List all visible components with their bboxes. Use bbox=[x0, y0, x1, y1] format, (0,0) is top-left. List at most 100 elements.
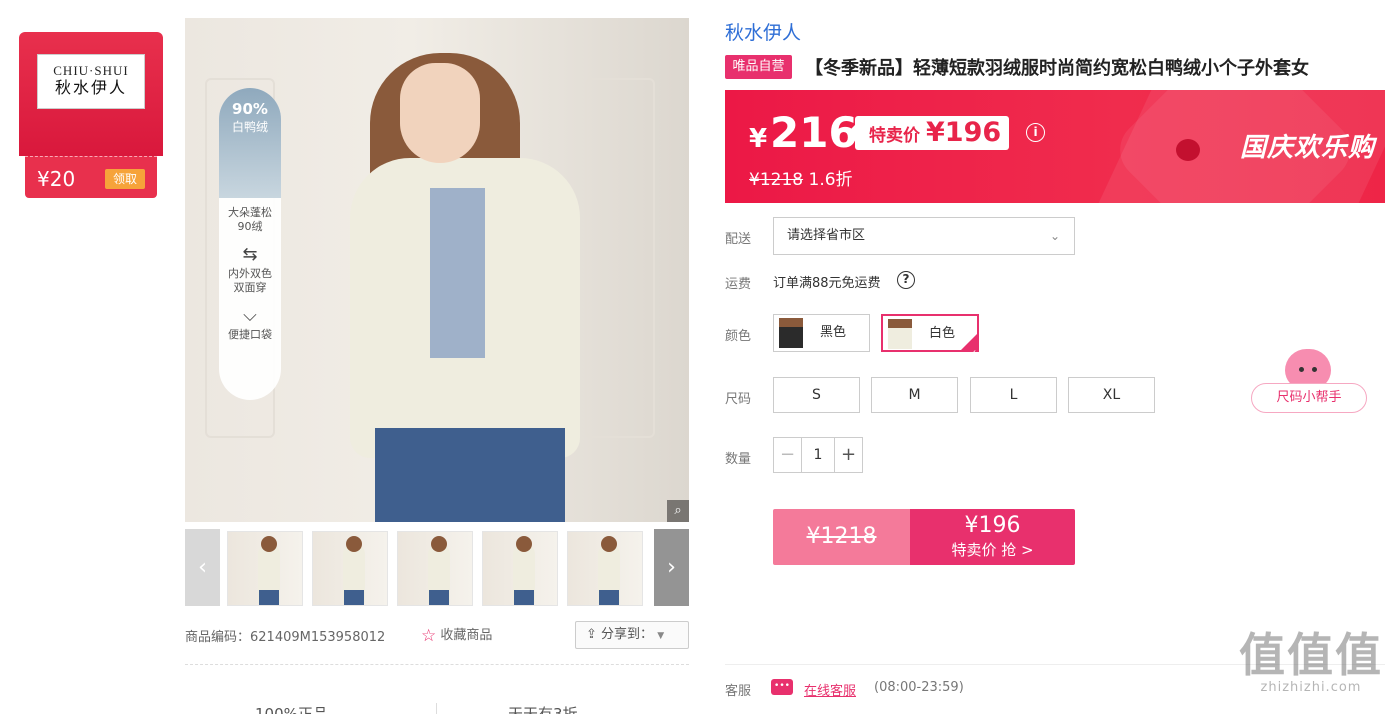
decrease-button[interactable]: − bbox=[774, 438, 802, 472]
share-dropdown[interactable]: ⇪ 分享到： ▼ bbox=[575, 621, 689, 649]
chat-icon[interactable]: ••• bbox=[771, 679, 793, 695]
site-watermark: 值值值 zhizhizhi.com bbox=[1238, 630, 1384, 695]
model-face bbox=[400, 63, 480, 163]
pocket-icon: ⌵ bbox=[243, 305, 257, 326]
selected-check-icon: ✓ bbox=[960, 333, 978, 359]
brand-logo-en: CHIU·SHUI bbox=[53, 63, 129, 78]
original-price: ¥1218 bbox=[749, 170, 804, 190]
thumbnail-strip bbox=[227, 531, 643, 606]
thumbnail[interactable] bbox=[567, 531, 643, 606]
event-title: 国庆欢乐购 bbox=[1240, 133, 1376, 163]
color-swatch bbox=[779, 318, 803, 348]
thumbnail[interactable] bbox=[312, 531, 388, 606]
feature-reversible-line2: 双面穿 bbox=[233, 281, 267, 294]
divider bbox=[436, 703, 437, 714]
coupon-amount: ¥20 bbox=[37, 167, 76, 191]
down-badge: 90% 白鸭绒 bbox=[219, 88, 281, 198]
model-top bbox=[430, 188, 485, 358]
zoom-icon[interactable]: ⌕ bbox=[667, 500, 689, 522]
discount-rate: 1.6折 bbox=[808, 170, 853, 190]
color-option-white[interactable]: 白色 ✓ bbox=[881, 314, 979, 359]
size-helper-button[interactable]: 尺码小帮手 bbox=[1251, 349, 1367, 413]
original-price-row: ¥1218 1.6折 bbox=[749, 165, 853, 190]
feature-fluffy: 大朵蓬松 90绒 bbox=[219, 206, 281, 234]
sale-price-label: 特卖价 bbox=[869, 126, 920, 146]
sale-price-tag: 特卖价 ¥196 bbox=[846, 116, 1010, 150]
product-code: 商品编码：621409M153958012 bbox=[185, 630, 386, 645]
brand-logo-cn: 秋水伊人 bbox=[54, 78, 127, 97]
currency-symbol: ¥ bbox=[749, 124, 768, 154]
watermark-url: zhizhizhi.com bbox=[1260, 680, 1362, 695]
thumbnail[interactable] bbox=[227, 531, 303, 606]
discount-badge: 天天有3折 bbox=[508, 705, 578, 714]
watermark-logo: 值值值 bbox=[1239, 628, 1383, 682]
buy-button[interactable]: ¥1218 ¥196 特卖价 抢 > bbox=[773, 509, 1075, 565]
color-label: 颜色 bbox=[725, 329, 752, 344]
region-select-placeholder: 请选择省市区 bbox=[787, 228, 866, 243]
help-icon[interactable]: ? bbox=[897, 271, 915, 289]
banner-decoration bbox=[1176, 139, 1200, 161]
thumbnail-prev-button[interactable]: ‹ bbox=[185, 529, 220, 606]
size-option-m[interactable]: M bbox=[871, 377, 958, 413]
star-icon: ☆ bbox=[421, 626, 437, 646]
brand-logo[interactable]: CHIU·SHUI 秋水伊人 bbox=[37, 54, 145, 109]
buy-sale-section[interactable]: ¥196 特卖价 抢 > bbox=[910, 509, 1075, 565]
chevron-down-icon: ⌄ bbox=[1049, 229, 1060, 243]
color-swatch bbox=[888, 319, 912, 349]
delivery-label: 配送 bbox=[725, 232, 752, 247]
buy-original-price: ¥1218 bbox=[773, 509, 910, 565]
swap-icon: ⇆ bbox=[242, 244, 258, 265]
wall-panel bbox=[585, 78, 655, 438]
size-option-l[interactable]: L bbox=[970, 377, 1057, 413]
brand-link[interactable]: 秋水伊人 bbox=[725, 18, 801, 45]
thumbnail-next-button[interactable]: › bbox=[654, 529, 689, 606]
self-operated-tag: 唯品自营 bbox=[725, 55, 792, 79]
brand-card-header: CHIU·SHUI 秋水伊人 bbox=[19, 32, 163, 166]
size-option-s[interactable]: S bbox=[773, 377, 860, 413]
sale-price-value: ¥196 bbox=[926, 117, 1002, 148]
down-percent: 90% bbox=[232, 100, 268, 118]
color-option-black[interactable]: 黑色 bbox=[773, 314, 870, 352]
quantity-value[interactable]: 1 bbox=[802, 438, 834, 472]
brand-coupon-card[interactable]: CHIU·SHUI 秋水伊人 ¥20 领取 bbox=[19, 32, 163, 198]
guarantee-badge: 100%正品 bbox=[255, 705, 328, 714]
thumbnail[interactable] bbox=[397, 531, 473, 606]
claim-coupon-button[interactable]: 领取 bbox=[105, 169, 145, 189]
feature-pocket: 便捷口袋 bbox=[228, 328, 272, 341]
model-jeans bbox=[375, 428, 565, 522]
feature-reversible-line1: 内外双色 bbox=[228, 267, 272, 280]
quantity-label: 数量 bbox=[725, 452, 752, 467]
shipping-label: 运费 bbox=[725, 277, 752, 292]
color-option-label: 白色 bbox=[929, 326, 956, 341]
caret-down-icon: ▼ bbox=[657, 631, 665, 641]
buy-sale-text: 特卖价 抢 > bbox=[951, 541, 1034, 559]
info-icon[interactable]: i bbox=[1026, 123, 1045, 142]
quantity-stepper: − 1 + bbox=[773, 437, 863, 473]
main-product-image[interactable]: 90% 白鸭绒 大朵蓬松 90绒 ⇆ 内外双色 双面穿 ⌵ 便捷口袋 ⌕ bbox=[185, 18, 689, 522]
feature-fluffy-line1: 大朵蓬松 bbox=[228, 206, 272, 219]
feature-reversible: 内外双色 双面穿 bbox=[219, 267, 281, 295]
size-label: 尺码 bbox=[725, 392, 752, 407]
divider bbox=[185, 664, 689, 665]
size-helper-label: 尺码小帮手 bbox=[1251, 383, 1367, 413]
region-select[interactable]: 请选择省市区 ⌄ bbox=[773, 217, 1075, 255]
share-label: 分享到： bbox=[601, 627, 654, 642]
feature-badge: 90% 白鸭绒 大朵蓬松 90绒 ⇆ 内外双色 双面穿 ⌵ 便捷口袋 bbox=[219, 88, 281, 400]
product-title: 【冬季新品】轻薄短款羽绒服时尚简约宽松白鸭绒小个子外套女 bbox=[805, 58, 1309, 79]
favorite-label: 收藏商品 bbox=[440, 628, 493, 643]
current-price: 216 bbox=[770, 108, 858, 157]
online-service-link[interactable]: 在线客服 bbox=[804, 680, 856, 699]
color-option-label: 黑色 bbox=[820, 325, 847, 340]
customer-service-label: 客服 bbox=[725, 684, 752, 699]
favorite-button[interactable]: ☆ 收藏商品 bbox=[421, 624, 492, 646]
thumbnail[interactable] bbox=[482, 531, 558, 606]
feature-fluffy-line2: 90绒 bbox=[237, 220, 263, 233]
down-material: 白鸭绒 bbox=[231, 120, 268, 134]
size-option-xl[interactable]: XL bbox=[1068, 377, 1155, 413]
shipping-text: 订单满88元免运费 bbox=[773, 276, 881, 291]
share-icon: ⇪ bbox=[586, 627, 597, 642]
buy-sale-price: ¥196 bbox=[964, 513, 1021, 538]
coupon: ¥20 领取 bbox=[25, 156, 157, 198]
increase-button[interactable]: + bbox=[834, 438, 862, 472]
service-hours: (08:00-23:59) bbox=[874, 680, 964, 695]
